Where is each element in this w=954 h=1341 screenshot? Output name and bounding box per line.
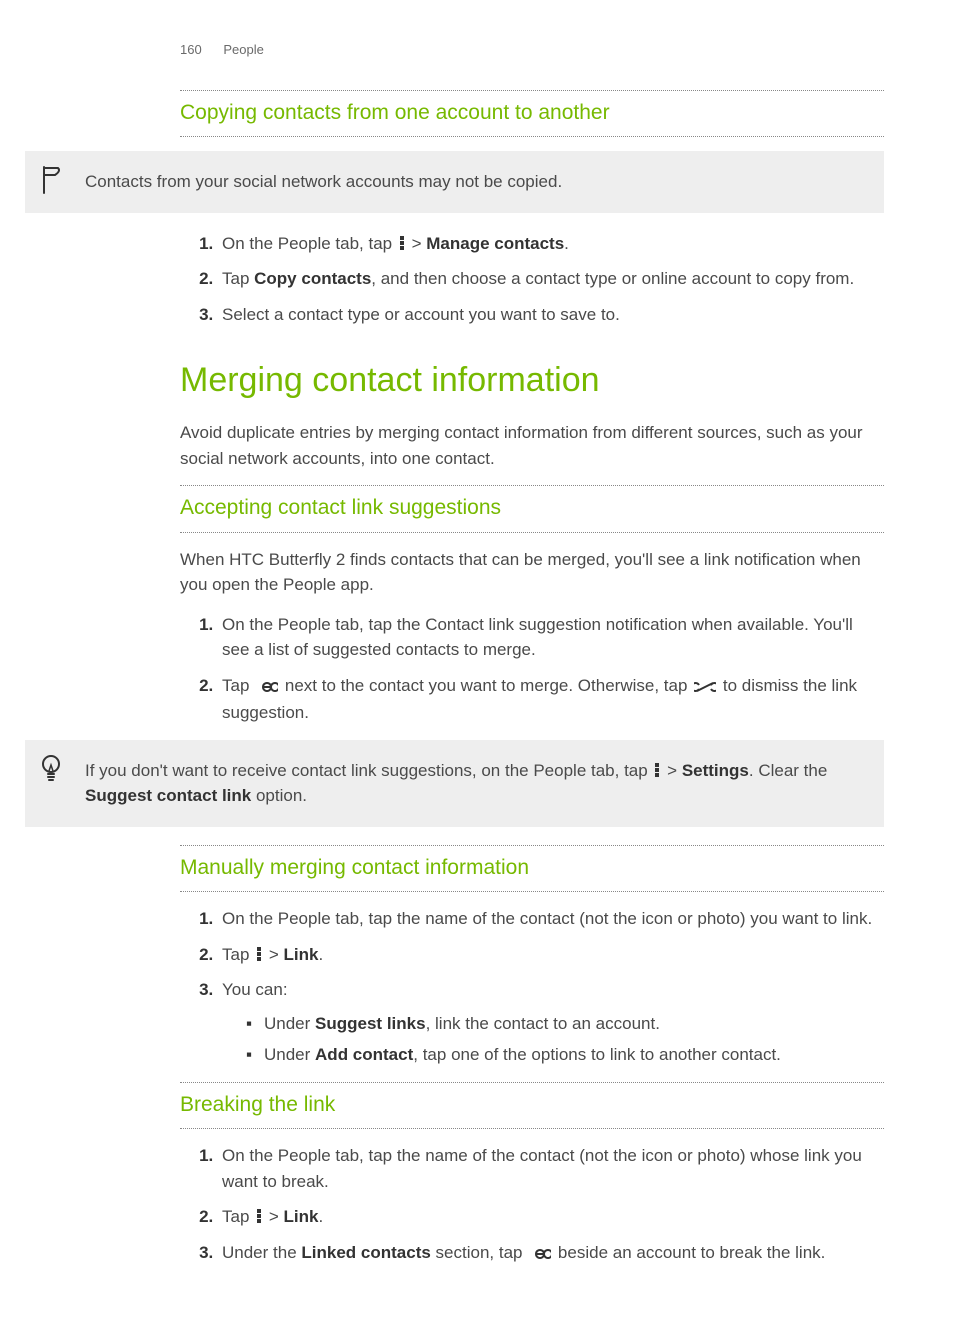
step: Under the Linked contacts section, tap b… bbox=[218, 1240, 884, 1268]
section-title-copying: Copying contacts from one account to ano… bbox=[180, 95, 884, 129]
intro-text: Avoid duplicate entries by merging conta… bbox=[180, 420, 884, 471]
step: On the People tab, tap the name of the c… bbox=[218, 906, 884, 932]
substep: Under Suggest links, link the contact to… bbox=[246, 1011, 884, 1037]
steps-copying: On the People tab, tap > Manage contacts… bbox=[180, 231, 884, 328]
callout-note: Contacts from your social network accoun… bbox=[25, 151, 884, 213]
accept-intro: When HTC Butterfly 2 finds contacts that… bbox=[180, 547, 884, 598]
step: Tap next to the contact you want to merg… bbox=[218, 673, 884, 726]
section-name: People bbox=[223, 42, 263, 57]
section-title-accepting: Accepting contact link suggestions bbox=[180, 490, 884, 524]
step: Tap > Link. bbox=[218, 942, 884, 968]
steps-accepting: On the People tab, tap the Contact link … bbox=[180, 612, 884, 726]
flag-icon bbox=[39, 165, 65, 203]
step: On the People tab, tap > Manage contacts… bbox=[218, 231, 884, 257]
section-title-breaking: Breaking the link bbox=[180, 1087, 884, 1121]
substeps: Under Suggest links, link the contact to… bbox=[222, 1011, 884, 1068]
more-icon bbox=[256, 1208, 262, 1224]
step: Tap > Link. bbox=[218, 1204, 884, 1230]
steps-breaking: On the People tab, tap the name of the c… bbox=[180, 1143, 884, 1267]
more-icon bbox=[399, 235, 405, 251]
link-icon bbox=[529, 1242, 551, 1268]
step: On the People tab, tap the Contact link … bbox=[218, 612, 884, 663]
section-title-manual: Manually merging contact information bbox=[180, 850, 884, 884]
unlink-icon bbox=[694, 675, 716, 701]
tip-text: If you don't want to receive contact lin… bbox=[85, 761, 827, 806]
substep: Under Add contact, tap one of the option… bbox=[246, 1042, 884, 1068]
link-icon bbox=[256, 675, 278, 701]
more-icon bbox=[654, 762, 660, 778]
callout-text: Contacts from your social network accoun… bbox=[85, 172, 562, 191]
page-title: Merging contact information bbox=[180, 355, 884, 406]
step: Select a contact type or account you wan… bbox=[218, 302, 884, 328]
tip-icon bbox=[39, 754, 63, 790]
steps-manual: On the People tab, tap the name of the c… bbox=[180, 906, 884, 1068]
step: On the People tab, tap the name of the c… bbox=[218, 1143, 884, 1194]
page-number: 160 bbox=[180, 42, 202, 57]
step: You can: Under Suggest links, link the c… bbox=[218, 977, 884, 1068]
step: Tap Copy contacts, and then choose a con… bbox=[218, 266, 884, 292]
callout-tip: If you don't want to receive contact lin… bbox=[25, 740, 884, 827]
running-header: 160 People bbox=[180, 40, 884, 60]
more-icon bbox=[256, 946, 262, 962]
